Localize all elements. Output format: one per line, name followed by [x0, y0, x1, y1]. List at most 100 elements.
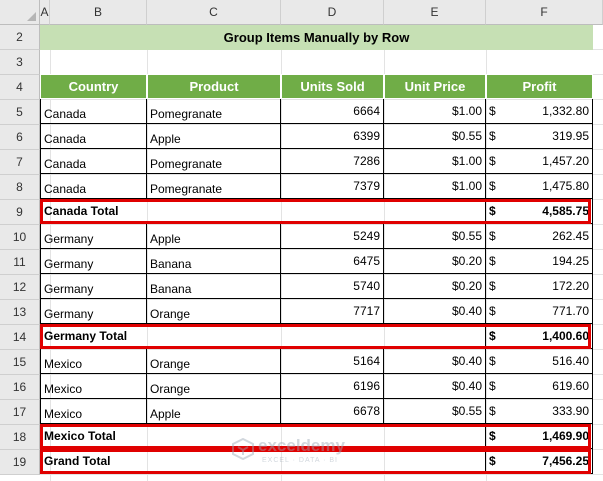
row-header[interactable]: 10	[0, 225, 40, 250]
profit-value: 333.90	[552, 404, 589, 418]
row-header[interactable]: 15	[0, 350, 40, 375]
row-header[interactable]: 9	[0, 200, 40, 225]
row-header[interactable]: 17	[0, 400, 40, 425]
select-all-corner[interactable]	[0, 0, 40, 25]
header-units-sold: Units Sold	[281, 74, 384, 99]
currency-symbol: $	[489, 354, 496, 368]
cell-units-sold[interactable]: 5164	[281, 349, 384, 374]
column-header-a[interactable]: A	[40, 0, 50, 25]
cell-unit-price[interactable]: $0.55	[384, 124, 486, 149]
column-header-c[interactable]: C	[147, 0, 281, 25]
cell-profit[interactable]: $194.25	[486, 249, 593, 274]
profit-value: 1,475.80	[542, 179, 589, 193]
row-header[interactable]: 5	[0, 100, 40, 125]
column-header-e[interactable]: E	[384, 0, 486, 25]
currency-symbol: $	[489, 379, 496, 393]
row-header[interactable]: 4	[0, 75, 40, 100]
cell-units-sold[interactable]: 7286	[281, 149, 384, 174]
cell-country[interactable]: Germany	[40, 224, 147, 249]
row-header[interactable]: 3	[0, 50, 40, 75]
row-header[interactable]: 13	[0, 300, 40, 325]
cell-unit-price[interactable]: $0.20	[384, 274, 486, 299]
cell-profit[interactable]: $516.40	[486, 349, 593, 374]
cell-product[interactable]: Pomegranate	[147, 149, 281, 174]
currency-symbol: $	[489, 254, 496, 268]
cell-profit[interactable]: $619.60	[486, 374, 593, 399]
cell-country[interactable]: Germany	[40, 299, 147, 324]
profit-value: 1,332.80	[542, 104, 589, 118]
cell-units-sold[interactable]: 6475	[281, 249, 384, 274]
cell-profit[interactable]: $1,457.20	[486, 149, 593, 174]
cell-product[interactable]: Orange	[147, 299, 281, 324]
header-country: Country	[40, 74, 147, 99]
cell-unit-price[interactable]: $1.00	[384, 149, 486, 174]
cell-country[interactable]: Canada	[40, 99, 147, 124]
cell-unit-price[interactable]: $0.40	[384, 374, 486, 399]
cell-country[interactable]: Germany	[40, 274, 147, 299]
watermark-name: exceldemy	[258, 436, 345, 455]
cell-country[interactable]: Canada	[40, 124, 147, 149]
cell-unit-price[interactable]: $0.40	[384, 299, 486, 324]
profit-value: 319.95	[552, 129, 589, 143]
cell-product[interactable]: Banana	[147, 274, 281, 299]
row-header[interactable]: 2	[0, 25, 40, 50]
highlight-box	[40, 324, 591, 349]
row-header[interactable]: 7	[0, 150, 40, 175]
row-header[interactable]: 19	[0, 450, 40, 475]
cell-country[interactable]: Mexico	[40, 399, 147, 424]
cell-units-sold[interactable]: 7717	[281, 299, 384, 324]
row-header[interactable]: 6	[0, 125, 40, 150]
column-header-b[interactable]: B	[50, 0, 147, 25]
cell-product[interactable]: Pomegranate	[147, 174, 281, 199]
cell-units-sold[interactable]: 6196	[281, 374, 384, 399]
cell-unit-price[interactable]: $0.55	[384, 224, 486, 249]
cell-units-sold[interactable]: 6678	[281, 399, 384, 424]
cell-product[interactable]: Pomegranate	[147, 99, 281, 124]
column-header-f[interactable]: F	[486, 0, 603, 25]
cell-country[interactable]: Mexico	[40, 349, 147, 374]
row-header[interactable]: 11	[0, 250, 40, 275]
cell-product[interactable]: Apple	[147, 124, 281, 149]
cell-unit-price[interactable]: $0.20	[384, 249, 486, 274]
cell-product[interactable]: Orange	[147, 349, 281, 374]
cell-profit[interactable]: $1,475.80	[486, 174, 593, 199]
row-header[interactable]: 16	[0, 375, 40, 400]
row-header[interactable]: 12	[0, 275, 40, 300]
cell-units-sold[interactable]: 6399	[281, 124, 384, 149]
sheet-title: Group Items Manually by Row	[40, 25, 593, 50]
cell-product[interactable]: Orange	[147, 374, 281, 399]
cell-units-sold[interactable]: 7379	[281, 174, 384, 199]
header-unit-price: Unit Price	[384, 74, 486, 99]
cell-profit[interactable]: $319.95	[486, 124, 593, 149]
cell-unit-price[interactable]: $1.00	[384, 174, 486, 199]
cell-profit[interactable]: $1,332.80	[486, 99, 593, 124]
cell-product[interactable]: Apple	[147, 399, 281, 424]
row-header[interactable]: 18	[0, 425, 40, 450]
watermark-tagline: EXCEL · DATA · BI	[262, 457, 338, 464]
cell-product[interactable]: Apple	[147, 224, 281, 249]
cell-profit[interactable]: $333.90	[486, 399, 593, 424]
cell-units-sold[interactable]: 5740	[281, 274, 384, 299]
cell-profit[interactable]: $771.70	[486, 299, 593, 324]
profit-value: 1,457.20	[542, 154, 589, 168]
cell-country[interactable]: Canada	[40, 149, 147, 174]
row-header[interactable]: 14	[0, 325, 40, 350]
cell-units-sold[interactable]: 5249	[281, 224, 384, 249]
currency-symbol: $	[489, 154, 496, 168]
cell-unit-price[interactable]: $0.55	[384, 399, 486, 424]
currency-symbol: $	[489, 279, 496, 293]
cell-country[interactable]: Mexico	[40, 374, 147, 399]
gridline	[40, 474, 603, 475]
cell-profit[interactable]: $172.20	[486, 274, 593, 299]
cell-profit[interactable]: $262.45	[486, 224, 593, 249]
row-header[interactable]: 8	[0, 175, 40, 200]
header-product: Product	[147, 74, 281, 99]
cell-product[interactable]: Banana	[147, 249, 281, 274]
cell-unit-price[interactable]: $1.00	[384, 99, 486, 124]
cell-country[interactable]: Germany	[40, 249, 147, 274]
column-header-d[interactable]: D	[281, 0, 384, 25]
cell-units-sold[interactable]: 6664	[281, 99, 384, 124]
cell-country[interactable]: Canada	[40, 174, 147, 199]
cell-unit-price[interactable]: $0.40	[384, 349, 486, 374]
profit-value: 262.45	[552, 229, 589, 243]
